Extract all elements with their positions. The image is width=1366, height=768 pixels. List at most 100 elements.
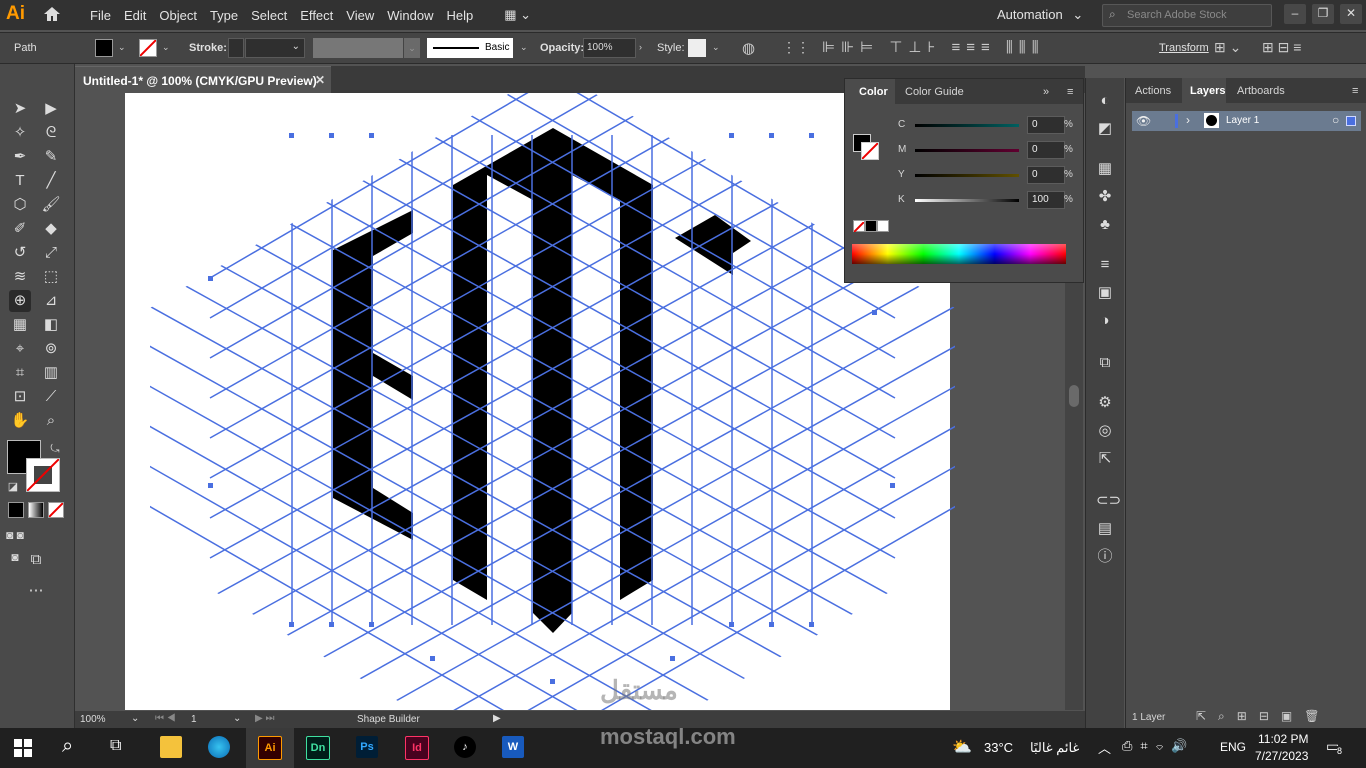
lasso-tool-icon[interactable]: ᘓ xyxy=(40,122,62,144)
image-trace-icon[interactable]: ◎ xyxy=(1096,422,1114,440)
illustrator-app-icon[interactable]: Ai xyxy=(258,736,282,760)
links-icon[interactable]: ⊂⊃ xyxy=(1096,492,1121,510)
chevron-down-icon[interactable]: ⌄ xyxy=(404,38,420,58)
panel-menu-icon[interactable]: ≡ xyxy=(1067,86,1073,98)
slider-black[interactable]: K 100 % xyxy=(845,191,1083,211)
export-icon[interactable]: ⇱ xyxy=(1096,450,1114,468)
mesh-tool-icon[interactable]: ▦ xyxy=(9,314,31,336)
chevron-down-icon[interactable]: ⌄ xyxy=(118,42,126,53)
transform-link[interactable]: Transform xyxy=(1159,42,1209,54)
chevron-down-icon[interactable]: ⌄ xyxy=(131,713,139,724)
word-app-icon[interactable]: W xyxy=(502,736,524,758)
arrange-icon[interactable]: ⊞ ⊟ ≡ xyxy=(1262,39,1301,56)
variable-width-profile[interactable] xyxy=(313,38,403,58)
menu-select[interactable]: Select xyxy=(251,8,287,23)
chevron-down-icon[interactable]: ⌄ xyxy=(520,42,528,53)
stroke-stepper[interactable] xyxy=(228,38,244,58)
appearance-icon[interactable]: ◐ xyxy=(1096,92,1114,110)
zoom-field[interactable]: 100% xyxy=(80,714,106,725)
none-mode-button[interactable] xyxy=(48,502,64,518)
slider-yellow-value[interactable]: 0 xyxy=(1027,166,1065,184)
zoom-tool-icon[interactable]: ⌕ xyxy=(40,410,62,432)
graphic-style-swatch[interactable] xyxy=(688,39,706,57)
dimension-app-icon[interactable]: Dn xyxy=(306,736,330,760)
pen-tool-icon[interactable]: ✒ xyxy=(9,146,31,168)
chevron-down-icon[interactable]: ⌄ xyxy=(162,42,170,53)
stroke-panel-icon[interactable]: ≡ xyxy=(1096,256,1114,274)
layer-row[interactable]: 👁 › Layer 1 ○ xyxy=(1132,111,1361,131)
photoshop-app-icon[interactable]: Ps xyxy=(356,736,378,758)
slider-cyan[interactable]: C 0 % xyxy=(845,116,1083,136)
white-swatch[interactable] xyxy=(877,220,889,232)
document-info-icon[interactable]: ⓘ xyxy=(1096,548,1114,566)
symbols-icon[interactable]: ♣ xyxy=(1096,216,1114,234)
slider-yellow-track[interactable] xyxy=(915,174,1019,177)
layer-name[interactable]: Layer 1 xyxy=(1226,115,1259,126)
edge-browser-icon[interactable] xyxy=(208,736,230,758)
swap-colors-icon[interactable]: ⤿ xyxy=(44,438,66,460)
color-spectrum[interactable] xyxy=(852,244,1066,264)
first-artboard-icon[interactable]: ⏮ ◀ xyxy=(155,713,176,724)
system-tray-icons[interactable]: ⎙⌗⌔🔊 xyxy=(1122,738,1196,754)
slider-cyan-value[interactable]: 0 xyxy=(1027,116,1065,134)
minimize-button[interactable]: – xyxy=(1284,4,1306,24)
tiktok-app-icon[interactable]: ♪ xyxy=(454,736,476,758)
gradient-mode-button[interactable] xyxy=(28,502,44,518)
warp-tool-icon[interactable]: ≋ xyxy=(9,266,31,288)
slider-cyan-track[interactable] xyxy=(915,124,1019,127)
stroke-swatch[interactable] xyxy=(139,39,157,57)
home-icon[interactable] xyxy=(42,5,62,26)
panel-menu-icon[interactable]: ≡ xyxy=(1352,85,1358,97)
draw-mode-icon[interactable]: ◙ ◙ ◙ xyxy=(4,524,26,564)
menu-edit[interactable]: Edit xyxy=(124,8,146,23)
align-buttons-icon[interactable]: ⊫⊪⊨ ⊤⊥⊦ ≡≡≡ ⫼⫼⫼ xyxy=(822,38,1045,56)
perspective-grid-tool-icon[interactable]: ⊿ xyxy=(40,290,62,312)
direct-selection-tool-icon[interactable]: ▶ xyxy=(40,98,62,120)
screen-mode-icon[interactable]: ⧉ xyxy=(25,549,47,571)
expand-chevron-icon[interactable]: › xyxy=(1186,113,1190,127)
transparency-icon[interactable]: ◑ xyxy=(1096,312,1114,330)
type-tool-icon[interactable]: T xyxy=(9,170,31,192)
chevron-down-icon[interactable]: ⌄ xyxy=(233,713,241,724)
menu-file[interactable]: File xyxy=(90,8,111,23)
transform-panel-icon[interactable]: ⧉ xyxy=(1096,354,1114,372)
slider-magenta-track[interactable] xyxy=(915,149,1019,152)
workspace-switcher-icon[interactable]: ▦ ⌄ xyxy=(504,7,531,23)
stroke-color-box[interactable] xyxy=(26,458,60,492)
task-view-icon[interactable]: ⧉ xyxy=(110,737,121,755)
slider-magenta-value[interactable]: 0 xyxy=(1027,141,1065,159)
workspace-selector[interactable]: Automation ⌄ xyxy=(997,7,1083,23)
more-tools-icon[interactable]: ⋯ xyxy=(25,580,47,602)
slice-tool-icon[interactable]: ⟋ xyxy=(40,386,62,408)
isolate-icon[interactable]: ⊞ ⌄ xyxy=(1214,39,1241,56)
slider-black-value[interactable]: 100 xyxy=(1027,191,1065,209)
windows-start-icon[interactable] xyxy=(14,739,32,760)
tab-layers[interactable]: Layers xyxy=(1182,78,1226,103)
menu-object[interactable]: Object xyxy=(159,8,197,23)
stock-search-input[interactable]: ⌕ Search Adobe Stock xyxy=(1102,4,1272,27)
weather-icon[interactable]: ⛅ xyxy=(952,737,972,757)
language-indicator[interactable]: ENG xyxy=(1220,740,1246,754)
brush-definition[interactable]: Basic xyxy=(427,38,513,58)
polygon-tool-icon[interactable]: ⬡ xyxy=(9,194,31,216)
paintbrush-tool-icon[interactable]: 🖌 xyxy=(40,194,62,216)
clock-date[interactable]: 7/27/2023 xyxy=(1255,749,1308,763)
magic-wand-tool-icon[interactable]: ✧ xyxy=(9,122,31,144)
panel-collapse-icon[interactable]: » xyxy=(1043,86,1049,98)
blend-tool-icon[interactable]: ⊚ xyxy=(40,338,62,360)
artboard-tool-icon[interactable]: ⊡ xyxy=(9,386,31,408)
layers-footer-icons[interactable]: ⇱⌕⊞⊟▣🗑 xyxy=(1196,709,1331,724)
default-colors-icon[interactable]: ◪ xyxy=(2,476,24,498)
fill-swatch[interactable] xyxy=(95,39,113,57)
selection-tool-icon[interactable]: ➤ xyxy=(9,98,31,120)
next-artboard-icon[interactable]: ▶ ⏭ xyxy=(255,713,274,724)
chevron-right-icon[interactable]: › xyxy=(639,42,642,52)
recolor-artwork-icon[interactable]: ◍ xyxy=(742,39,755,57)
tab-actions[interactable]: Actions xyxy=(1135,85,1171,97)
black-swatch[interactable] xyxy=(865,220,877,232)
column-graph-tool-icon[interactable]: ▥ xyxy=(40,362,62,384)
hand-tool-icon[interactable]: ✋ xyxy=(9,410,31,432)
close-tab-icon[interactable]: ✕ xyxy=(315,73,325,87)
swatches-icon[interactable]: ▦ xyxy=(1096,160,1114,178)
graphic-styles-icon[interactable]: ◩ xyxy=(1096,120,1114,138)
